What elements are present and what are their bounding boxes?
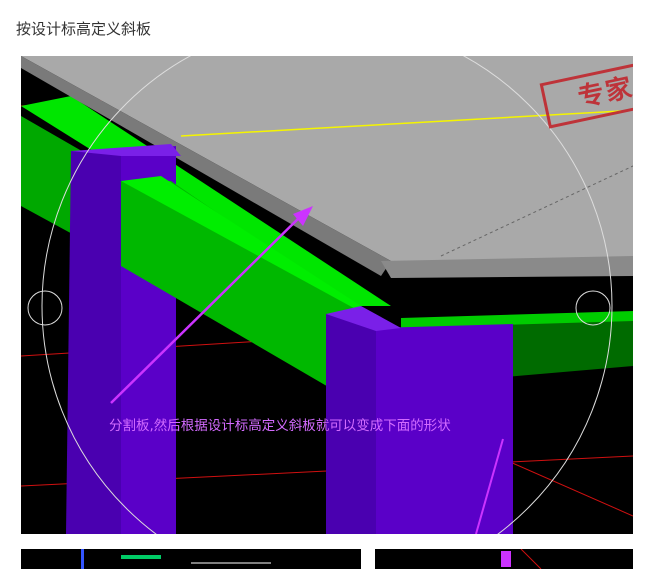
cad-drawing xyxy=(21,56,633,534)
cad-drawing-partial xyxy=(81,549,542,569)
grip-circle xyxy=(27,290,63,326)
cad-second-viewport[interactable] xyxy=(21,549,633,569)
annotation-text: 分割板,然后根据设计标高定义斜板就可以变成下面的形状 xyxy=(109,418,451,434)
cad-3d-viewport[interactable]: 分割板,然后根据设计标高定义斜板就可以变成下面的形状 专家 xyxy=(21,56,633,534)
column-side xyxy=(66,151,121,534)
page-title: 按设计标高定义斜板 xyxy=(16,20,152,38)
